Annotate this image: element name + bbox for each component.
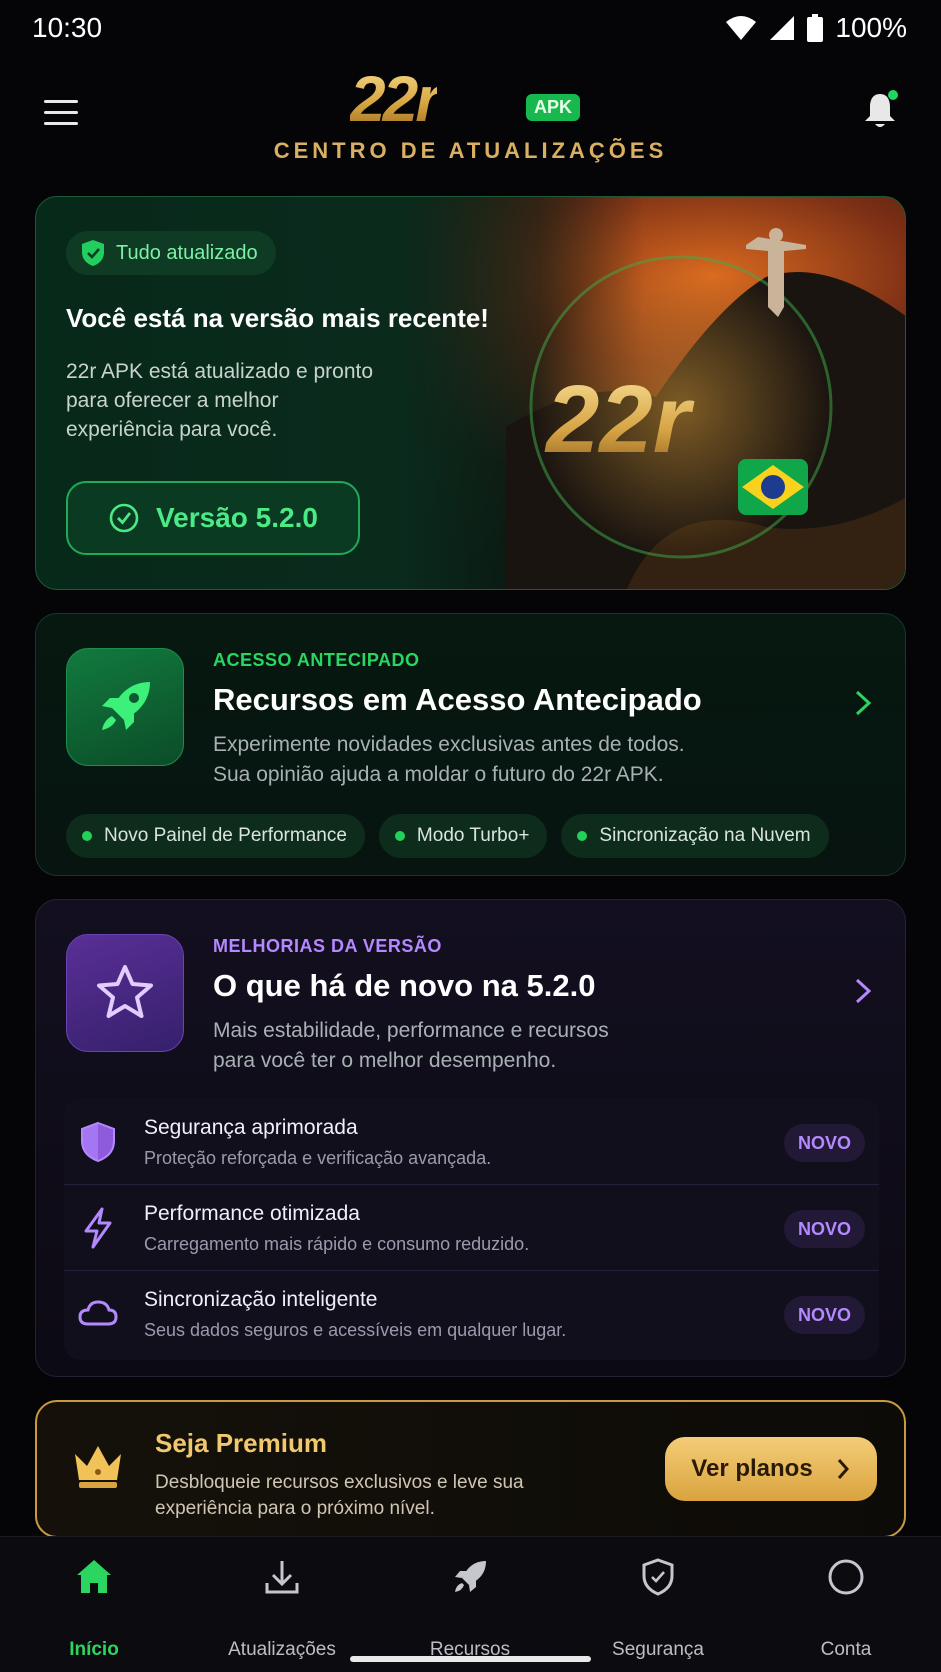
release-notes-tile: [66, 934, 184, 1052]
updated-badge-label: Tudo atualizado: [116, 241, 258, 264]
chip-label: Sincronização na Nuvem: [599, 825, 811, 846]
account-icon: [828, 1559, 864, 1595]
nav-updates[interactable]: Atualizações: [188, 1557, 376, 1660]
item-subtitle: Proteção reforçada e verificação avançad…: [144, 1148, 492, 1168]
rocket-icon: [455, 1561, 486, 1592]
version-label: Versão 5.2.0: [156, 502, 318, 533]
home-indicator[interactable]: [350, 1656, 591, 1662]
early-access-kicker: ACESSO ANTECIPADO: [213, 650, 420, 670]
premium-title: Seja Premium: [155, 1428, 327, 1458]
nav-label: Atualizações: [228, 1639, 336, 1660]
hero-illustration: 22r: [506, 228, 905, 589]
item-title: Segurança aprimorada: [144, 1116, 358, 1139]
lightning-icon: [84, 1207, 112, 1249]
chevron-right-icon[interactable]: [851, 688, 875, 718]
nav-label: Segurança: [612, 1639, 704, 1660]
nav-home[interactable]: Início: [0, 1557, 188, 1660]
nav-features[interactable]: Recursos: [376, 1557, 564, 1660]
new-badge: NOVO: [783, 1124, 865, 1162]
chip-label: Modo Turbo+: [416, 825, 530, 846]
chip-performance-panel[interactable]: Novo Painel de Performance: [66, 814, 365, 858]
nav-label: Início: [69, 1639, 119, 1660]
release-notes-kicker: MELHORIAS DA VERSÃO: [213, 936, 442, 956]
star-icon: [97, 965, 153, 1018]
release-notes-desc-2: para você ter o melhor desempenho.: [213, 1049, 557, 1072]
chip-dot: [577, 831, 588, 841]
nav-label: Conta: [820, 1639, 872, 1660]
status-bar: 10:30 100%: [0, 0, 941, 56]
update-status-card: 22r Tudo atualizado Você está na versão …: [35, 196, 906, 590]
premium-description: Desbloqueie recursos exclusivos e leve s…: [155, 1472, 524, 1519]
page-title: CENTRO DE ATUALIZAÇÕES: [273, 138, 668, 163]
battery-percent: 100%: [835, 12, 907, 43]
check-circle-icon: [109, 503, 139, 533]
item-title: Sincronização inteligente: [144, 1288, 378, 1311]
list-item[interactable]: Sincronização inteligente Seus dados seg…: [64, 1270, 879, 1358]
list-item[interactable]: Segurança aprimorada Proteção reforçada …: [64, 1098, 879, 1186]
logo-badge: APK: [526, 94, 581, 121]
wifi-icon: [726, 16, 757, 40]
item-title: Performance otimizada: [144, 1202, 360, 1225]
bottom-nav: Início Atualizações Recursos Segurança C…: [0, 1536, 941, 1672]
menu-button[interactable]: [44, 100, 78, 126]
chip-cloud-sync[interactable]: Sincronização na Nuvem: [561, 814, 829, 858]
notifications-button[interactable]: [862, 90, 898, 130]
improvements-list: Segurança aprimorada Proteção reforçada …: [64, 1098, 879, 1360]
home-icon: [77, 1560, 111, 1593]
chip-dot: [82, 831, 92, 841]
cloud-icon: [78, 1300, 118, 1326]
view-plans-button[interactable]: Ver planos: [665, 1437, 877, 1501]
chevron-right-icon[interactable]: [851, 976, 875, 1006]
early-access-card[interactable]: ACESSO ANTECIPADO Recursos em Acesso Ant…: [35, 613, 906, 876]
shield-icon: [642, 1558, 674, 1596]
release-notes-desc-1: Mais estabilidade, performance e recurso…: [213, 1019, 609, 1042]
chevron-right-icon: [837, 1459, 849, 1479]
app-screen: 10:30 100% 22r APK CENTRO DE ATUALIZAÇÕE…: [0, 0, 941, 1672]
status-icons: 100%: [725, 12, 907, 44]
nav-account[interactable]: Conta: [752, 1557, 940, 1660]
version-button[interactable]: Versão 5.2.0: [66, 481, 360, 555]
list-item[interactable]: Performance otimizada Carregamento mais …: [64, 1184, 879, 1272]
nav-security[interactable]: Segurança: [564, 1557, 752, 1660]
hamburger-icon: [44, 100, 78, 103]
premium-banner: Seja Premium Desbloqueie recursos exclus…: [35, 1400, 906, 1538]
release-notes-title: O que há de novo na 5.2.0: [213, 968, 596, 1003]
early-access-chips: Novo Painel de Performance Modo Turbo+ S…: [66, 814, 829, 858]
early-access-desc-1: Experimente novidades exclusivas antes d…: [213, 733, 685, 756]
brazil-flag-icon: [738, 459, 808, 515]
battery-icon: [807, 14, 824, 42]
download-icon: [265, 1561, 299, 1594]
early-access-title: Recursos em Acesso Antecipado: [213, 682, 702, 717]
release-notes-card[interactable]: MELHORIAS DA VERSÃO O que há de novo na …: [35, 899, 906, 1377]
logo-text: 22r: [350, 63, 440, 135]
status-time: 10:30: [32, 12, 103, 43]
signal-icon: [770, 16, 795, 40]
early-access-tile: [66, 648, 184, 766]
view-plans-label: Ver planos: [691, 1455, 813, 1482]
hamburger-line: [44, 111, 78, 114]
hero-description: 22r APK está atualizado e pronto para of…: [66, 360, 374, 441]
rocket-icon: [102, 682, 150, 730]
hamburger-line: [44, 122, 78, 125]
chip-turbo-mode[interactable]: Modo Turbo+: [378, 814, 548, 858]
crown-icon: [75, 1446, 121, 1488]
chip-dot: [394, 831, 405, 841]
updated-badge: Tudo atualizado: [66, 231, 276, 275]
chip-label: Novo Painel de Performance: [104, 825, 347, 846]
new-badge: NOVO: [783, 1210, 865, 1248]
item-subtitle: Carregamento mais rápido e consumo reduz…: [144, 1234, 530, 1254]
hero-title: Você está na versão mais recente!: [66, 303, 489, 333]
app-logo: 22r APK: [350, 64, 590, 134]
shield-icon: [81, 1121, 115, 1163]
notification-dot: [888, 90, 898, 100]
new-badge: NOVO: [783, 1296, 865, 1334]
shield-check-icon: [82, 240, 104, 266]
hero-logo-text: 22r: [544, 366, 695, 473]
item-subtitle: Seus dados seguros e acessíveis em qualq…: [144, 1320, 567, 1340]
early-access-desc-2: Sua opinião ajuda a moldar o futuro do 2…: [213, 763, 664, 786]
